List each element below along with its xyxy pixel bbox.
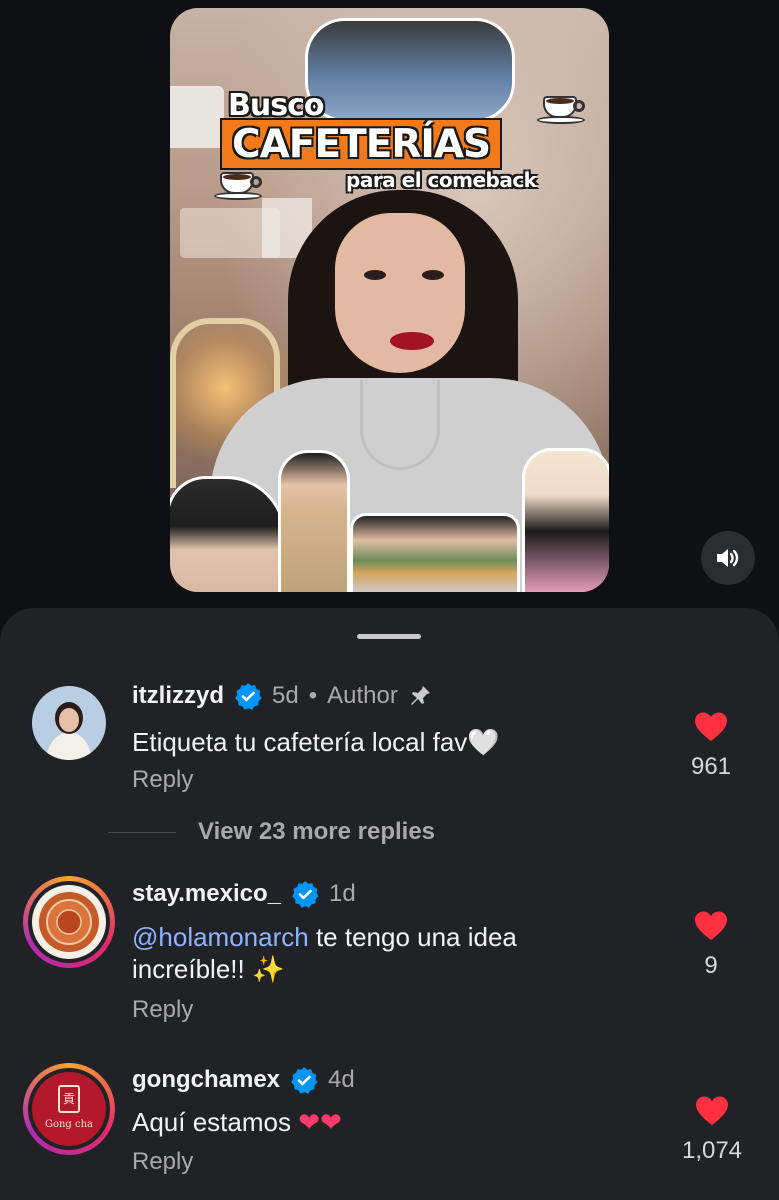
coffee-cup-icon <box>214 166 262 200</box>
heart-filled-icon <box>695 911 727 940</box>
woman-eye-left <box>364 270 386 280</box>
avatar[interactable] <box>23 876 115 968</box>
video-title-banner: CAFETERÍAS <box>220 118 503 170</box>
like-button[interactable]: 9 <box>671 910 751 980</box>
like-button[interactable]: 1,074 <box>667 1095 757 1165</box>
video-ac-unit <box>170 86 224 148</box>
avatar[interactable] <box>32 686 106 760</box>
like-button[interactable]: 961 <box>671 711 751 781</box>
coffee-cup-icon <box>537 90 585 124</box>
username[interactable]: itzlizzyd <box>132 682 224 710</box>
speaker-icon <box>717 549 739 567</box>
replies-divider <box>108 831 176 833</box>
hearts-emoji: ❤❤ <box>298 1107 342 1137</box>
avatar-logo-text: Gong cha <box>45 1119 93 1130</box>
pin-icon <box>410 686 430 705</box>
verified-badge-icon <box>292 881 319 908</box>
sticker-suit-person <box>278 450 350 592</box>
woman-necklace <box>360 380 440 470</box>
verified-badge-icon <box>235 683 262 710</box>
comment-text: @holamonarch te tengo una idea increíble… <box>132 921 602 985</box>
sticker-group-people <box>350 513 520 592</box>
comment-header: stay.mexico_ 1d <box>132 880 356 908</box>
heart-filled-icon <box>695 712 727 741</box>
view-more-replies-button[interactable]: View 23 more replies <box>108 818 435 846</box>
view-more-replies-label: View 23 more replies <box>198 818 436 845</box>
meta-separator: • <box>308 682 318 709</box>
reply-button[interactable]: Reply <box>132 1148 193 1176</box>
like-count: 1,074 <box>681 1137 743 1164</box>
woman-lips <box>390 332 434 350</box>
video-title-line2: CAFETERÍAS <box>232 122 491 167</box>
comment-age: 4d <box>328 1066 355 1093</box>
sticker-right-person <box>522 448 609 592</box>
comment-age: 1d <box>328 880 356 907</box>
author-label: Author <box>327 682 398 709</box>
video-player[interactable]: Busco CAFETERÍAS para el comeback <box>170 8 609 592</box>
username[interactable]: stay.mexico_ <box>132 880 281 908</box>
video-area: Busco CAFETERÍAS para el comeback <box>0 0 779 610</box>
heart-filled-icon <box>696 1096 728 1125</box>
comments-sheet: itzlizzyd 5d • Author Etiqueta tu cafete… <box>0 608 779 1200</box>
verified-badge-icon <box>291 1067 318 1094</box>
username[interactable]: gongchamex <box>132 1066 280 1094</box>
comment-text: Etiqueta tu cafetería local fav🤍 <box>132 727 500 757</box>
like-count: 9 <box>704 952 718 979</box>
sticker-top-person <box>305 18 515 122</box>
avatar-image: 貢 Gong cha <box>32 1072 106 1146</box>
comment-body: Aquí estamos <box>132 1107 299 1137</box>
like-count: 961 <box>690 753 732 780</box>
woman-eye-right <box>422 270 444 280</box>
reply-button[interactable]: Reply <box>132 996 193 1024</box>
comment-text: Aquí estamos ❤❤ <box>132 1106 652 1138</box>
comment-header: itzlizzyd 5d • Author <box>132 682 432 710</box>
sheet-drag-handle[interactable] <box>357 634 421 639</box>
reply-button[interactable]: Reply <box>132 766 193 794</box>
svg-text:貢: 貢 <box>63 1092 75 1106</box>
volume-button[interactable] <box>701 531 755 585</box>
woman-face <box>335 213 465 373</box>
avatar-image <box>32 686 106 760</box>
avatar-image <box>32 885 106 959</box>
comment-age: 5d <box>272 682 299 709</box>
video-title-line3: para el comeback <box>346 168 537 192</box>
sticker-left-person <box>170 476 286 592</box>
mention-link[interactable]: @holamonarch <box>132 922 309 952</box>
comment-header: gongchamex 4d <box>132 1066 355 1094</box>
avatar[interactable]: 貢 Gong cha <box>23 1063 115 1155</box>
